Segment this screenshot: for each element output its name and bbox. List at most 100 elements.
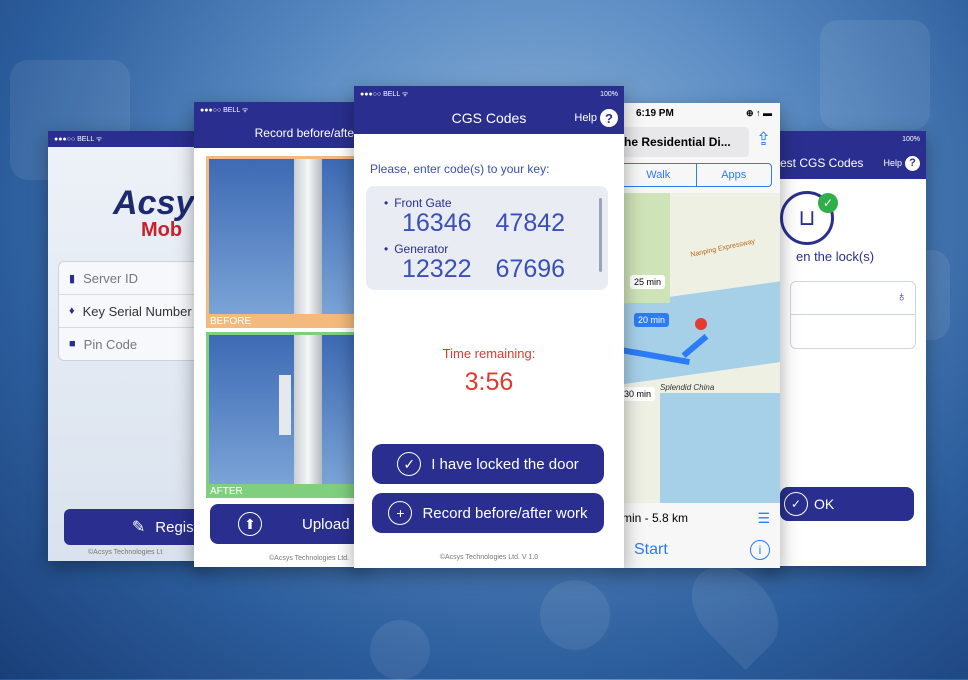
start-button[interactable]: Start	[634, 541, 668, 559]
battery-text: 100%	[600, 90, 618, 98]
destination-title[interactable]: he Residential Di...	[620, 127, 749, 157]
code-item: • Front Gate 16346 47842	[384, 196, 566, 237]
background-alarm-icon	[540, 580, 610, 650]
upload-button[interactable]: ⬆ Upload	[210, 504, 366, 544]
server-icon: ▮	[69, 272, 76, 285]
before-photo	[209, 159, 366, 314]
codes-list: • Front Gate 16346 47842 • Generator 12322 6…	[366, 186, 608, 290]
route-label-20[interactable]: 20 min	[634, 313, 670, 327]
time-remaining-value: 3:56	[464, 368, 514, 396]
background-gauge-icon	[370, 620, 430, 680]
code-value: 16346	[402, 209, 472, 237]
share-icon[interactable]: ⇪	[756, 129, 771, 150]
register-icon: ✎	[131, 519, 146, 536]
code-value: 67696	[495, 255, 566, 283]
destination-pin-icon	[695, 318, 707, 330]
carrier-text: ●●●○○ BELL ᯤ	[54, 135, 103, 143]
route-label-25[interactable]: 25 min	[630, 275, 666, 289]
map-road-label: Nanping Expressway	[689, 238, 756, 259]
lightbulb-icon[interactable]: ♁	[897, 288, 908, 304]
cgs-navbar: CGS Codes Help ?	[354, 102, 624, 134]
record-work-label: Record before/after work	[422, 504, 588, 522]
record-screen: ●●●○○ BELL ᯤ Record before/after BEFORE …	[194, 102, 366, 567]
code-item-name: Front Gate	[394, 196, 452, 210]
route-actions: Start i	[620, 535, 780, 565]
code-value: 12322	[402, 255, 472, 283]
code-item-name: Generator	[394, 242, 449, 256]
time-text: 6:19 PM	[636, 107, 674, 119]
record-copyright: ©Acsys Technologies Ltd.	[269, 555, 350, 562]
time-remaining-label: Time remaining:	[442, 346, 536, 361]
check-circle-icon: ✓	[397, 452, 422, 476]
key-serial-placeholder: Key Serial Number	[82, 303, 192, 319]
route-map[interactable]: 25 min 20 min 30 min Splendid China Nanp…	[620, 193, 780, 503]
tab-apps[interactable]: Apps	[697, 164, 772, 186]
locked-door-button[interactable]: ✓ I have locked the door	[372, 444, 604, 484]
login-form: ▮ Server ID ♦ Key Serial Number ■ Pin Co…	[58, 261, 208, 361]
after-photo	[209, 335, 366, 484]
login-copyright: ©Acsys Technologies Lt	[88, 549, 163, 556]
request-navbar: est CGS Codes Help ?	[760, 147, 926, 179]
register-button[interactable]: ✎ Registe	[64, 509, 208, 545]
route-summary: min - 5.8 km ☰	[620, 503, 780, 533]
before-photo-frame[interactable]: BEFORE	[206, 156, 366, 328]
plus-circle-icon: +	[388, 501, 413, 525]
transport-tabs: Walk Apps	[620, 163, 772, 187]
after-photo-frame[interactable]: AFTER	[206, 332, 366, 498]
map-screen: 6:19 PM ⊕ ↑ ▬ he Residential Di... ⇪ Wal…	[620, 103, 780, 568]
question-icon: ?	[905, 155, 920, 171]
status-bar: ●●●○○ BELL ᯤ	[48, 131, 208, 147]
request-screen: 100% est CGS Codes Help ? ⊔ ✓ en the loc…	[760, 131, 926, 566]
pin-code-field[interactable]: ■ Pin Code	[59, 328, 208, 360]
background-app-icon	[820, 20, 930, 130]
check-icon: ✓	[818, 193, 838, 213]
tab-walk[interactable]: Walk	[621, 164, 697, 186]
battery-text: 100%	[902, 135, 920, 143]
map-place-label: Splendid China	[660, 383, 715, 392]
carrier-text: ●●●○○ BELL ᯤ	[360, 90, 409, 98]
carrier-text: ●●●○○ BELL ᯤ	[200, 106, 249, 114]
ok-label: OK	[814, 496, 835, 512]
login-screen: ●●●○○ BELL ᯤ Acsys Mob ▮ Server ID ♦ Key…	[48, 131, 208, 561]
upload-label: Upload	[302, 515, 350, 533]
help-button[interactable]: Help ?	[883, 155, 920, 171]
destination-label: he Residential Di...	[624, 135, 731, 149]
status-bar: ●●●○○ BELL ᯤ	[194, 102, 366, 118]
record-work-button[interactable]: + Record before/after work	[372, 493, 604, 533]
before-label: BEFORE	[210, 316, 252, 327]
lock-icon: ■	[69, 338, 76, 350]
server-id-field[interactable]: ▮ Server ID	[59, 262, 208, 295]
status-bar: 6:19 PM ⊕ ↑ ▬	[620, 103, 780, 123]
route-summary-text: min - 5.8 km	[622, 511, 689, 525]
help-label: Help	[574, 112, 597, 124]
pin-code-placeholder: Pin Code	[83, 336, 138, 352]
record-title: Record before/after	[254, 126, 358, 140]
code-prompt: Please, enter code(s) to your key:	[370, 162, 550, 176]
ok-button[interactable]: ✓ OK	[780, 487, 914, 521]
scrollbar[interactable]	[599, 198, 602, 272]
check-circle-icon: ✓	[784, 492, 808, 516]
cgs-copyright: ©Acsys Technologies Ltd. V 1.0	[439, 554, 539, 561]
key-serial-field[interactable]: ♦ Key Serial Number	[59, 295, 208, 328]
record-navbar: Record before/after	[194, 118, 366, 148]
battery-icon: ⊕ ↑ ▬	[745, 107, 772, 118]
route-label-30[interactable]: 30 min	[620, 387, 656, 401]
code-item: • Generator 12322 67696	[384, 242, 566, 283]
cgs-codes-screen: ●●●○○ BELL ᯤ 100% CGS Codes Help ? Pleas…	[354, 86, 624, 568]
list-icon[interactable]: ☰	[757, 510, 770, 527]
upload-icon: ⬆	[238, 512, 262, 536]
cgs-title: CGS Codes	[451, 110, 527, 126]
lock-input-box[interactable]: ♁	[790, 281, 916, 349]
status-bar: 100%	[760, 131, 926, 147]
code-value: 47842	[495, 209, 566, 237]
info-icon[interactable]: i	[750, 540, 770, 560]
status-bar: ●●●○○ BELL ᯤ 100%	[354, 86, 624, 102]
request-title: est CGS Codes	[780, 156, 864, 170]
lock-instruction: en the lock(s)	[796, 249, 875, 264]
question-icon: ?	[600, 109, 618, 127]
locked-door-label: I have locked the door	[431, 455, 579, 473]
server-id-placeholder: Server ID	[83, 270, 138, 286]
key-icon: ♦	[69, 305, 75, 317]
help-button[interactable]: Help ?	[574, 109, 618, 127]
after-label: AFTER	[210, 486, 243, 497]
